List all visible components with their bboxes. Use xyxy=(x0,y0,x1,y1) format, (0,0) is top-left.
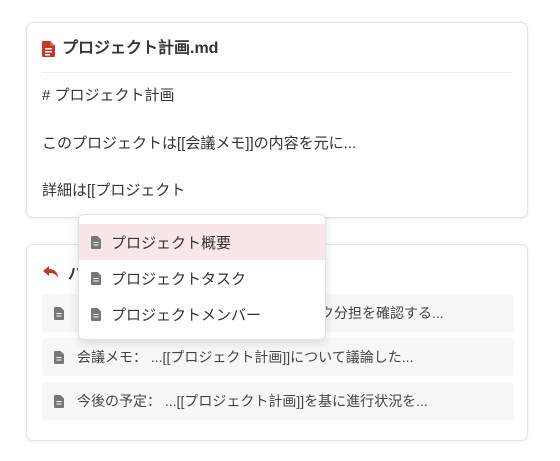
autocomplete-option-label: プロジェクト概要 xyxy=(111,234,232,252)
autocomplete-option[interactable]: プロジェクト概要 xyxy=(79,224,325,260)
autocomplete-dropdown: プロジェクト概要 プロジェクトタスク プロジェクトメンバー xyxy=(78,214,326,340)
autocomplete-option-label: プロジェクトタスク xyxy=(111,270,247,288)
document-icon xyxy=(54,394,64,408)
backlink-label: 今後の予定： ...[[プロジェクト計画]]を基に進行状況を... xyxy=(77,393,428,409)
backlink-item[interactable]: 今後の予定： ...[[プロジェクト計画]]を基に進行状況を... xyxy=(42,382,514,420)
reply-arrow-icon xyxy=(42,264,62,280)
document-icon xyxy=(91,271,101,285)
editor-card: プロジェクト計画.md # プロジェクト計画 このプロジェクトは[[会議メモ]]… xyxy=(26,22,528,218)
document-icon xyxy=(91,235,101,249)
document-icon xyxy=(91,307,101,321)
editor-title: プロジェクト計画.md xyxy=(62,40,219,57)
autocomplete-option[interactable]: プロジェクトメンバー xyxy=(79,296,325,332)
editor-line-heading[interactable]: # プロジェクト計画 xyxy=(42,86,175,106)
editor-line-typing[interactable]: 詳細は[[プロジェクト xyxy=(42,181,185,201)
autocomplete-option-label: プロジェクトメンバー xyxy=(111,306,262,324)
document-icon xyxy=(54,306,64,320)
autocomplete-option[interactable]: プロジェクトタスク xyxy=(79,260,325,296)
editor-header: プロジェクト計画.md xyxy=(42,38,512,73)
editor-line-body[interactable]: このプロジェクトは[[会議メモ]]の内容を元に... xyxy=(42,134,356,154)
document-icon xyxy=(54,350,64,364)
backlink-label: 会議メモ： ...[[プロジェクト計画]]について議論した... xyxy=(77,349,414,365)
file-icon xyxy=(42,41,55,57)
backlink-item[interactable]: 会議メモ： ...[[プロジェクト計画]]について議論した... xyxy=(42,338,514,376)
